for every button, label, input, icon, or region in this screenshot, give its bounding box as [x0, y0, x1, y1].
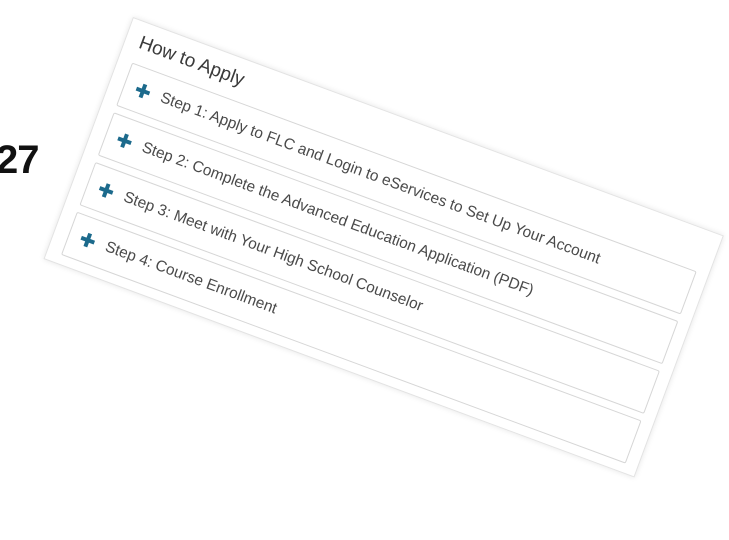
plus-icon [79, 231, 97, 249]
how-to-apply-panel: How to Apply Step 1: Apply to FLC and Lo… [43, 17, 724, 478]
plus-icon [97, 181, 115, 199]
screenshot-stage: 27 How to Apply Step 1: Apply to FLC and… [0, 0, 729, 540]
plus-icon [134, 82, 152, 100]
plus-icon [116, 132, 134, 150]
partial-page-number: 27 [0, 138, 39, 182]
